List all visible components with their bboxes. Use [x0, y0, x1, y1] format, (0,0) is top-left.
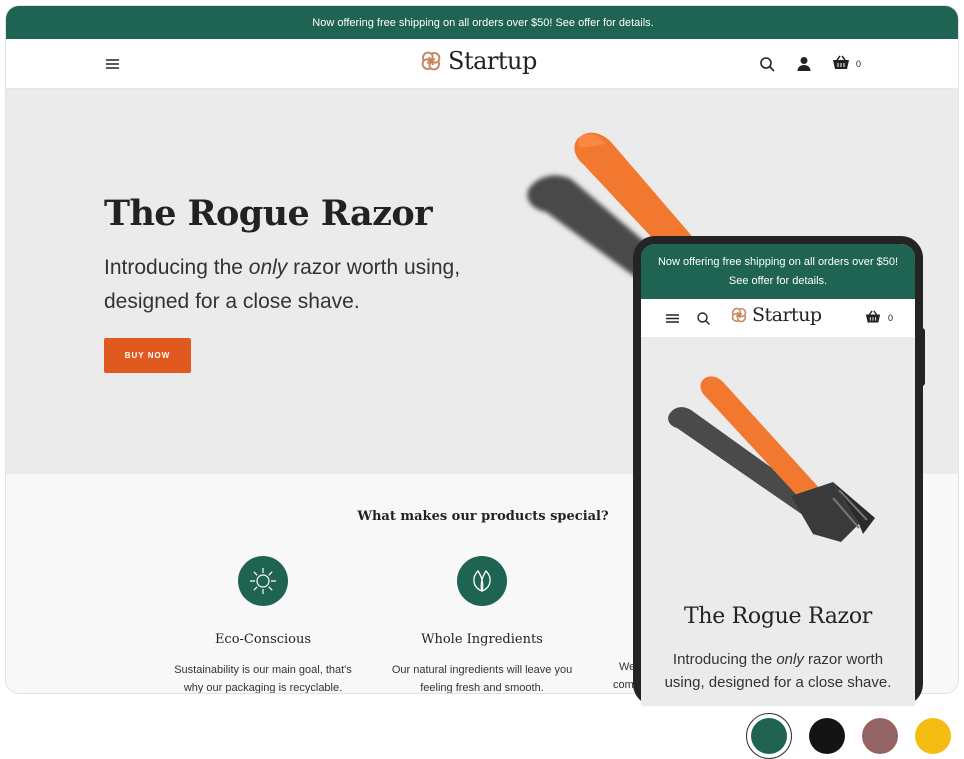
mobile-brand-name: Startup	[752, 304, 822, 326]
swatch-green[interactable]	[751, 718, 787, 754]
cart-button[interactable]: 0	[832, 55, 861, 73]
mobile-search-icon[interactable]	[696, 311, 711, 326]
swatch-black[interactable]	[809, 718, 845, 754]
feature-eco-conscious: Eco-Conscious Sustainability is our main…	[163, 556, 363, 694]
brand-mark-icon	[421, 51, 441, 71]
cart-icon	[833, 55, 849, 69]
feature-whole-ingredients: Whole Ingredients Our natural ingredient…	[382, 556, 582, 694]
account-icon[interactable]	[795, 55, 813, 73]
mobile-brand-logo[interactable]: Startup	[729, 304, 822, 326]
mobile-header: Startup 0	[641, 299, 915, 337]
buy-now-button[interactable]: BUY NOW	[104, 338, 191, 373]
mobile-announcement-bar: Now offering free shipping on all orders…	[641, 244, 915, 299]
brand-name: Startup	[448, 47, 537, 75]
mobile-preview-frame: Now offering free shipping on all orders…	[633, 236, 923, 706]
feature-description: Our natural ingredients will leave you f…	[391, 664, 573, 694]
cart-icon	[865, 310, 881, 323]
phone-side-button	[920, 328, 925, 386]
mobile-hero-title: The Rogue Razor	[684, 604, 872, 629]
swatch-yellow[interactable]	[915, 718, 951, 754]
feature-partial-text: We com	[613, 661, 636, 691]
mobile-razor-image	[668, 376, 875, 542]
cart-count: 0	[856, 59, 862, 69]
site-header: Startup 0	[6, 39, 958, 89]
mobile-hero-subtitle: Introducing the only razor worth using, …	[664, 651, 892, 691]
hero-title: The Rogue Razor	[104, 193, 433, 234]
mobile-cart-button[interactable]: 0	[865, 310, 893, 326]
mobile-screen: Now offering free shipping on all orders…	[641, 244, 915, 706]
hero-subtitle: Introducing the only razor worth using, …	[104, 256, 461, 313]
feature-title: Eco-Conscious	[214, 632, 312, 647]
swatch-mauve[interactable]	[862, 718, 898, 754]
menu-icon[interactable]	[104, 55, 122, 73]
feature-description: Sustainability is our main goal, that's …	[174, 664, 352, 694]
leaf-icon	[457, 556, 507, 606]
brand-logo[interactable]: Startup	[418, 47, 537, 75]
search-icon[interactable]	[758, 55, 776, 73]
swatch-green-selected[interactable]	[746, 713, 792, 759]
color-swatches	[746, 713, 951, 759]
announcement-text: Now offering free shipping on all orders…	[312, 16, 654, 29]
brand-mark-icon	[731, 307, 747, 323]
sun-icon	[238, 556, 288, 606]
announcement-bar: Now offering free shipping on all orders…	[6, 6, 958, 39]
feature-title: Whole Ingredients	[421, 632, 543, 647]
mobile-menu-icon[interactable]	[665, 311, 680, 326]
mobile-cart-count: 0	[888, 313, 894, 323]
